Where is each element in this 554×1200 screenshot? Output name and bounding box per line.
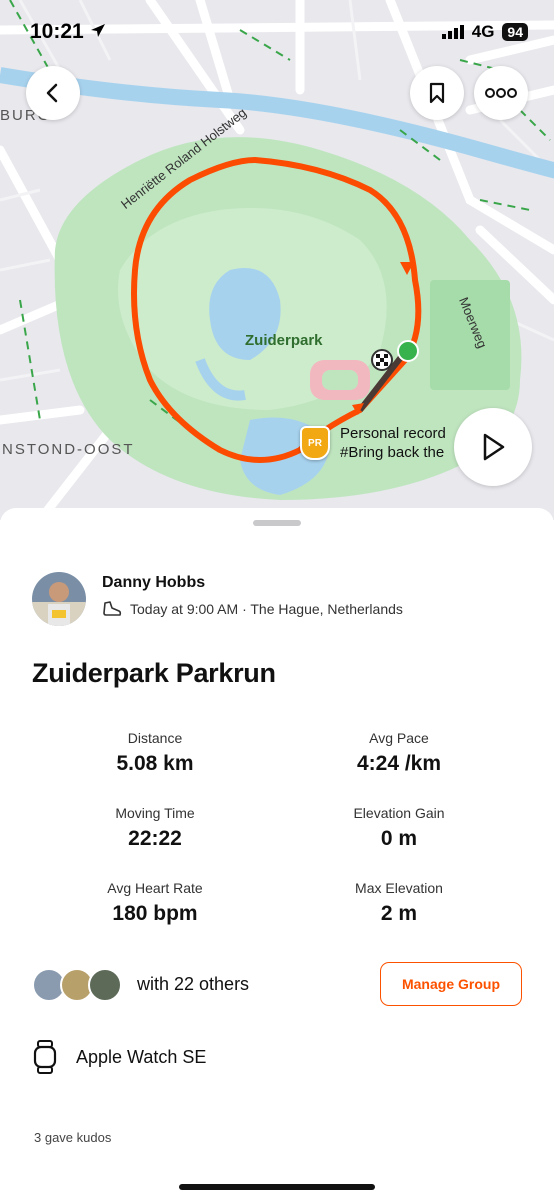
shoe-icon [103,601,122,616]
back-button[interactable] [26,66,80,120]
pr-badge-icon[interactable]: PR [300,426,330,460]
network-type: 4G [471,22,495,41]
group-avatars[interactable] [32,968,132,1002]
stat-label: Elevation Gain [353,805,445,821]
pr-callout-line1: Personal record [340,425,446,442]
stat-moving-time: Moving Time 22:22 [55,805,255,851]
pr-callout: Personal record #Bring back the [340,424,446,462]
stat-value: 180 bpm [112,902,198,925]
stat-avg-heart-rate: Avg Heart Rate 180 bpm [55,880,255,926]
kudos-count[interactable]: 3 gave kudos [34,1130,111,1145]
watch-icon [33,1040,57,1074]
chevron-left-icon [46,83,58,103]
athlete-name[interactable]: Danny Hobbs [102,574,205,592]
stat-label: Max Elevation [355,880,443,896]
avatar-image [32,572,86,626]
stat-value: 4:24 /km [356,752,442,775]
activity-meta-text: Today at 9:00 AM · The Hague, Netherland… [130,601,403,617]
bookmark-icon [429,82,445,104]
device-row: Apple Watch SE [32,1040,206,1074]
play-flyover-button[interactable] [454,408,532,486]
group-with-text[interactable]: with 22 others [137,974,249,995]
battery-level: 94 [502,23,528,41]
park-label: Zuiderpark [245,332,323,349]
athlete-avatar[interactable] [32,572,86,626]
stat-max-elevation: Max Elevation 2 m [299,880,499,926]
sheet-drag-handle[interactable] [253,520,301,526]
stat-label: Distance [127,730,183,746]
stat-value: 5.08 km [116,752,194,775]
activity-sheet: Danny Hobbs Today at 9:00 AM · The Hague… [0,508,554,1200]
stat-elevation-gain: Elevation Gain 0 m [299,805,499,851]
more-options-button[interactable] [474,66,528,120]
bookmark-button[interactable] [410,66,464,120]
more-dots-icon [485,88,517,98]
stat-label: Moving Time [115,805,195,821]
route-map[interactable]: Zuiderpark Henriëtte Roland Holstweg Moe… [0,0,554,520]
district-label-left: NSTOND-OOST [2,441,135,458]
location-arrow-icon [90,24,105,37]
pr-badge-label: PR [308,437,322,449]
home-indicator[interactable] [179,1184,375,1190]
stat-avg-pace: Avg Pace 4:24 /km [299,730,499,776]
play-icon [483,433,505,461]
stat-value: 22:22 [128,827,182,850]
manage-group-button[interactable]: Manage Group [380,962,522,1006]
stat-label: Avg Pace [369,730,429,746]
pr-callout-line2: #Bring back the [340,444,445,461]
group-activity-row[interactable]: with 22 others Manage Group [32,962,522,1006]
activity-title: Zuiderpark Parkrun [32,658,276,688]
signal-icon [441,25,464,39]
group-avatar [88,968,122,1002]
stat-value: 2 m [380,902,418,925]
status-right: 4G 94 [441,22,528,42]
activity-meta: Today at 9:00 AM · The Hague, Netherland… [102,600,403,618]
stat-distance: Distance 5.08 km [55,730,255,776]
stat-value: 0 m [380,827,418,850]
status-time: 10:21 [30,20,106,44]
device-name: Apple Watch SE [76,1046,207,1067]
stat-label: Avg Heart Rate [107,880,203,896]
status-bar: 10:21 4G 94 [0,0,554,64]
